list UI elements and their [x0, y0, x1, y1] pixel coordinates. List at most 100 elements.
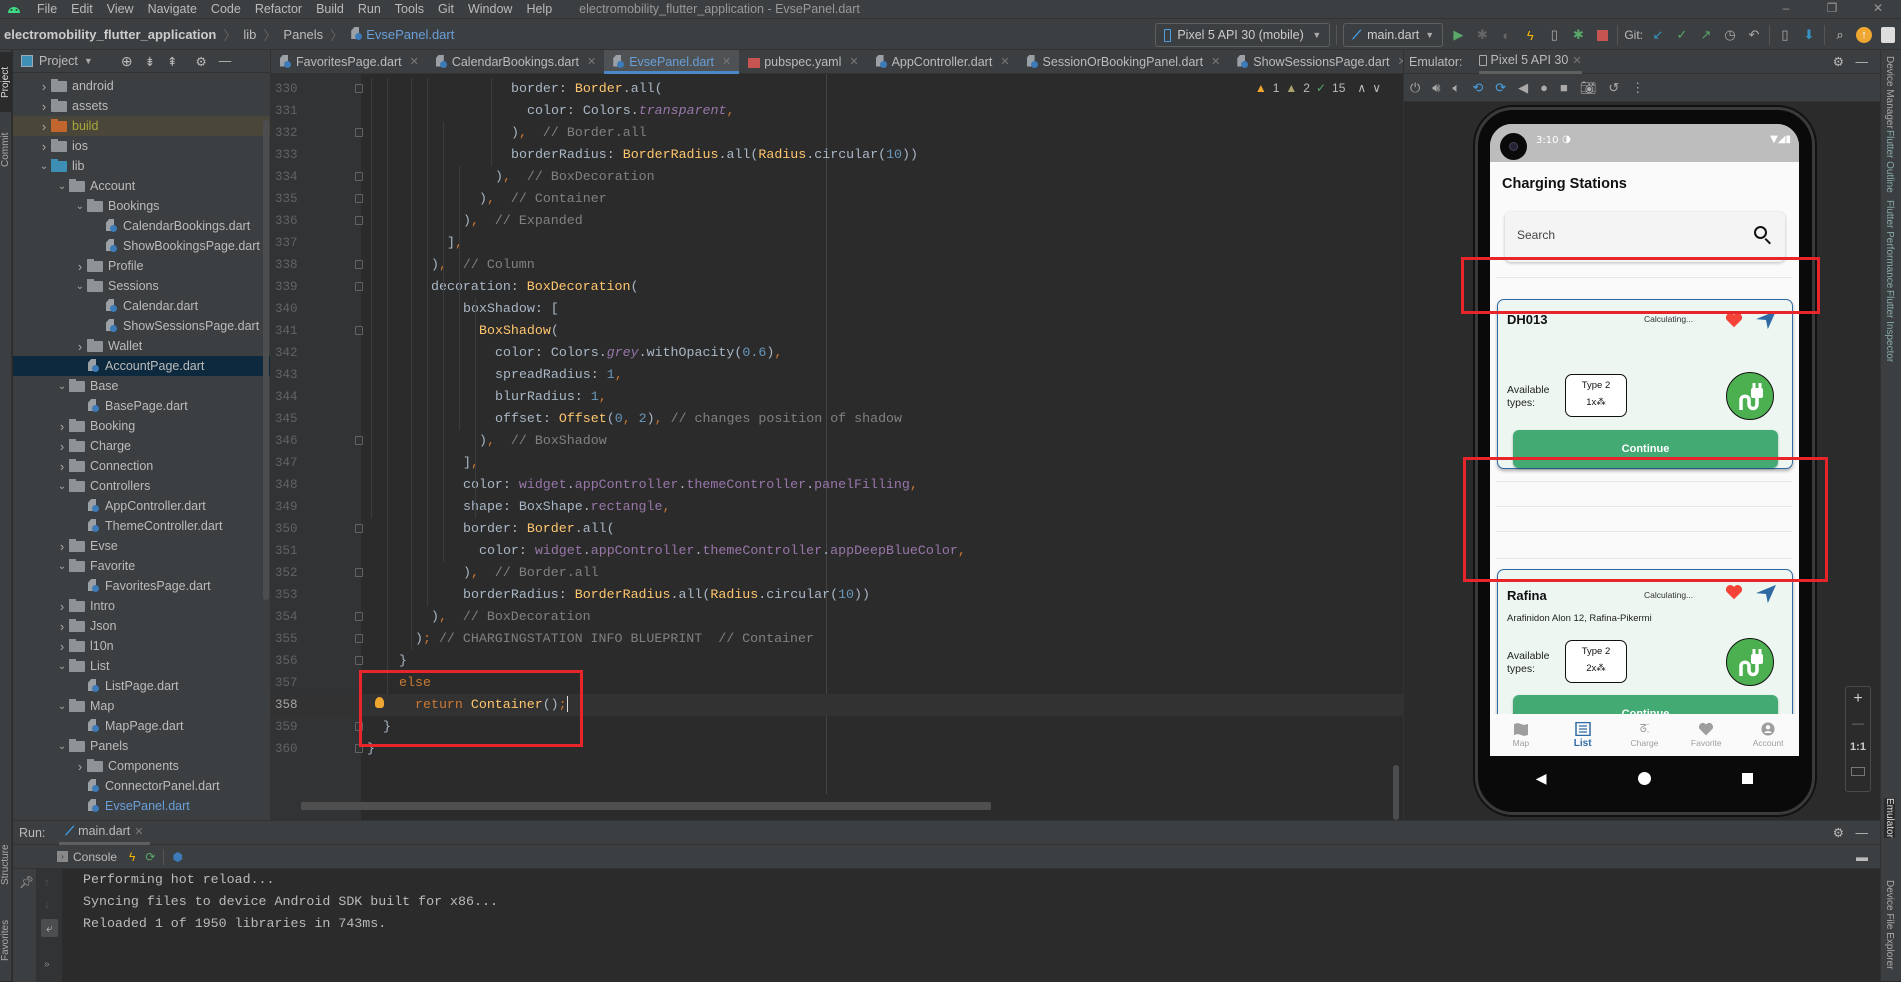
- navigate-arrow-icon[interactable]: [1755, 584, 1777, 604]
- settings-gear-icon[interactable]: ⚙: [196, 54, 207, 69]
- rotate-right-icon[interactable]: ⟳: [1495, 80, 1506, 96]
- android-recents-button[interactable]: [1742, 772, 1754, 784]
- tree-file-item[interactable]: ConnectorPanel.dart: [13, 776, 270, 796]
- chevron-down-icon[interactable]: ⌄: [73, 281, 87, 292]
- breadcrumb-file[interactable]: EvsePanel.dart: [366, 27, 454, 42]
- settings-gear-icon[interactable]: ⚙: [1833, 825, 1844, 840]
- chevron-right-icon[interactable]: ›: [37, 99, 51, 114]
- tree-folder-item[interactable]: ⌄ Account: [13, 176, 270, 196]
- prev-highlight-icon[interactable]: ∧: [1357, 81, 1366, 95]
- volume-down-icon[interactable]: 🔈︎: [1453, 80, 1461, 96]
- chevron-right-icon[interactable]: ›: [37, 139, 51, 154]
- chevron-down-icon[interactable]: ⌄: [55, 181, 69, 192]
- search-input[interactable]: Search: [1505, 212, 1785, 262]
- editor-tab[interactable]: AppController.dart ✕: [867, 50, 1018, 73]
- chevron-right-icon[interactable]: ›: [73, 259, 87, 274]
- project-view-selector[interactable]: Project: [39, 54, 78, 68]
- volume-up-icon[interactable]: 🔊︎: [1432, 80, 1440, 96]
- account-avatar-icon[interactable]: [1879, 26, 1897, 44]
- fold-toggle-icon[interactable]: [355, 326, 363, 335]
- editor-tab[interactable]: SessionOrBookingPanel.dart ✕: [1018, 50, 1229, 73]
- chevron-down-icon[interactable]: ⌄: [37, 161, 51, 172]
- chevron-right-icon[interactable]: ›: [55, 539, 69, 554]
- editor-tab[interactable]: FavoritesPage.dart ✕: [271, 50, 427, 73]
- zoom-actual-size-button[interactable]: 1:1: [1846, 735, 1870, 759]
- update-icon[interactable]: ↑: [1855, 26, 1873, 44]
- tree-folder-item[interactable]: ⌄ Favorite: [13, 556, 270, 576]
- menu-navigate[interactable]: Navigate: [141, 2, 204, 16]
- screenshot-icon[interactable]: 📷︎: [1580, 80, 1597, 96]
- fold-toggle-icon[interactable]: [355, 260, 363, 269]
- hot-reload-icon[interactable]: ϟ: [1521, 26, 1539, 44]
- android-back-button[interactable]: ◀: [1536, 770, 1547, 787]
- hide-panel-icon[interactable]: —: [1856, 55, 1869, 69]
- editor-tab[interactable]: EvsePanel.dart ✕: [604, 50, 740, 74]
- chevron-right-icon[interactable]: ›: [37, 79, 51, 94]
- console-output[interactable]: Performing hot reload... Syncing files t…: [83, 869, 498, 935]
- menu-view[interactable]: View: [100, 2, 141, 16]
- editor-tab[interactable]: ShowSessionsPage.dart✕: [1228, 50, 1414, 73]
- vertical-scrollbar[interactable]: [1393, 765, 1399, 820]
- power-icon[interactable]: ⏻: [1410, 80, 1420, 96]
- chevron-right-icon[interactable]: ›: [37, 119, 51, 134]
- more-options-icon[interactable]: ⋮: [1631, 80, 1644, 96]
- project-tree-scrollbar[interactable]: [263, 120, 269, 600]
- git-update-icon[interactable]: ↙: [1649, 26, 1667, 44]
- hide-panel-icon[interactable]: —: [219, 54, 232, 68]
- tree-file-item[interactable]: AppController.dart: [13, 496, 270, 516]
- commit-tool-tab[interactable]: Commit: [0, 120, 12, 180]
- tree-folder-item[interactable]: › build: [13, 116, 270, 136]
- editor-tab[interactable]: pubspec.yaml ✕: [739, 50, 866, 73]
- intention-bulb-icon[interactable]: [375, 697, 384, 708]
- phone-screen[interactable]: 3:10 ◑ ▼◢▮ Charging Stations Search DH01…: [1490, 124, 1799, 756]
- stop-icon[interactable]: [1593, 26, 1611, 44]
- tree-folder-item[interactable]: › Booking: [13, 416, 270, 436]
- tree-file-item[interactable]: EvsePanel.dart: [13, 796, 270, 816]
- close-tab-icon[interactable]: ✕: [1572, 54, 1581, 67]
- close-tab-icon[interactable]: ✕: [1000, 55, 1009, 68]
- chevron-right-icon[interactable]: ›: [73, 759, 87, 774]
- tree-folder-item[interactable]: › android: [13, 76, 270, 96]
- expand-all-icon[interactable]: ⇟: [145, 54, 155, 69]
- run-icon[interactable]: ▶: [1449, 26, 1467, 44]
- horizontal-scrollbar[interactable]: [301, 802, 991, 810]
- close-tab-icon[interactable]: ✕: [134, 825, 143, 838]
- tree-folder-item[interactable]: › Wallet: [13, 336, 270, 356]
- tree-folder-item[interactable]: › ios: [13, 136, 270, 156]
- rotate-left-icon[interactable]: ⟲: [1472, 80, 1483, 96]
- close-window-button[interactable]: ✕: [1855, 0, 1901, 18]
- tree-folder-item[interactable]: ⌄ List: [13, 656, 270, 676]
- favorite-heart-icon[interactable]: [1725, 312, 1743, 328]
- avd-manager-icon[interactable]: ▯: [1776, 26, 1794, 44]
- tree-file-item[interactable]: MapPage.dart: [13, 716, 270, 736]
- nav-charge[interactable]: ᘔ⁚ Charge: [1617, 722, 1672, 748]
- hot-reload-icon[interactable]: ϟ: [129, 850, 135, 864]
- history-icon[interactable]: ◷: [1721, 26, 1739, 44]
- station-card[interactable]: DH013 Calculating... Available types: Ty…: [1497, 299, 1793, 469]
- breadcrumb-lib[interactable]: lib: [243, 27, 256, 42]
- fold-toggle-icon[interactable]: [355, 612, 363, 621]
- device-mirror-icon[interactable]: ▯: [1545, 26, 1563, 44]
- run-tab[interactable]: ⟋ main.dart ✕: [59, 821, 150, 845]
- tree-folder-item[interactable]: ⌄ Sessions: [13, 276, 270, 296]
- tree-file-item[interactable]: ShowSessionsPage.dart: [13, 316, 270, 336]
- nav-account[interactable]: Account: [1741, 722, 1796, 748]
- breadcrumb-project[interactable]: electromobility_flutter_application: [4, 27, 216, 42]
- emulator-tool-tab[interactable]: Emulator: [1884, 798, 1895, 839]
- scroll-down-icon[interactable]: ↓: [44, 897, 50, 911]
- hot-restart-icon[interactable]: ⟳: [145, 850, 155, 864]
- pin-icon[interactable]: 📌︎: [19, 875, 34, 889]
- tree-folder-item[interactable]: ⌄ lib: [13, 156, 270, 176]
- tree-folder-item[interactable]: › Connection: [13, 456, 270, 476]
- dart-devtools-icon[interactable]: ⬢: [172, 850, 182, 864]
- tree-folder-item[interactable]: › Components: [13, 756, 270, 776]
- flutter-performance-tool-tab[interactable]: Flutter Performance: [1884, 200, 1895, 288]
- tree-folder-item[interactable]: › l10n: [13, 636, 270, 656]
- debug-icon[interactable]: ✱: [1473, 26, 1491, 44]
- tree-folder-item[interactable]: › Profile: [13, 256, 270, 276]
- flutter-outline-tool-tab[interactable]: Flutter Outline: [1884, 130, 1895, 193]
- fold-toggle-icon[interactable]: [355, 282, 363, 291]
- code-area[interactable]: 330 border: Border.all(331 color: Colors.t…: [271, 74, 1404, 794]
- tree-file-item[interactable]: ShowBookingsPage.dart: [13, 236, 270, 256]
- fold-toggle-icon[interactable]: [355, 172, 363, 181]
